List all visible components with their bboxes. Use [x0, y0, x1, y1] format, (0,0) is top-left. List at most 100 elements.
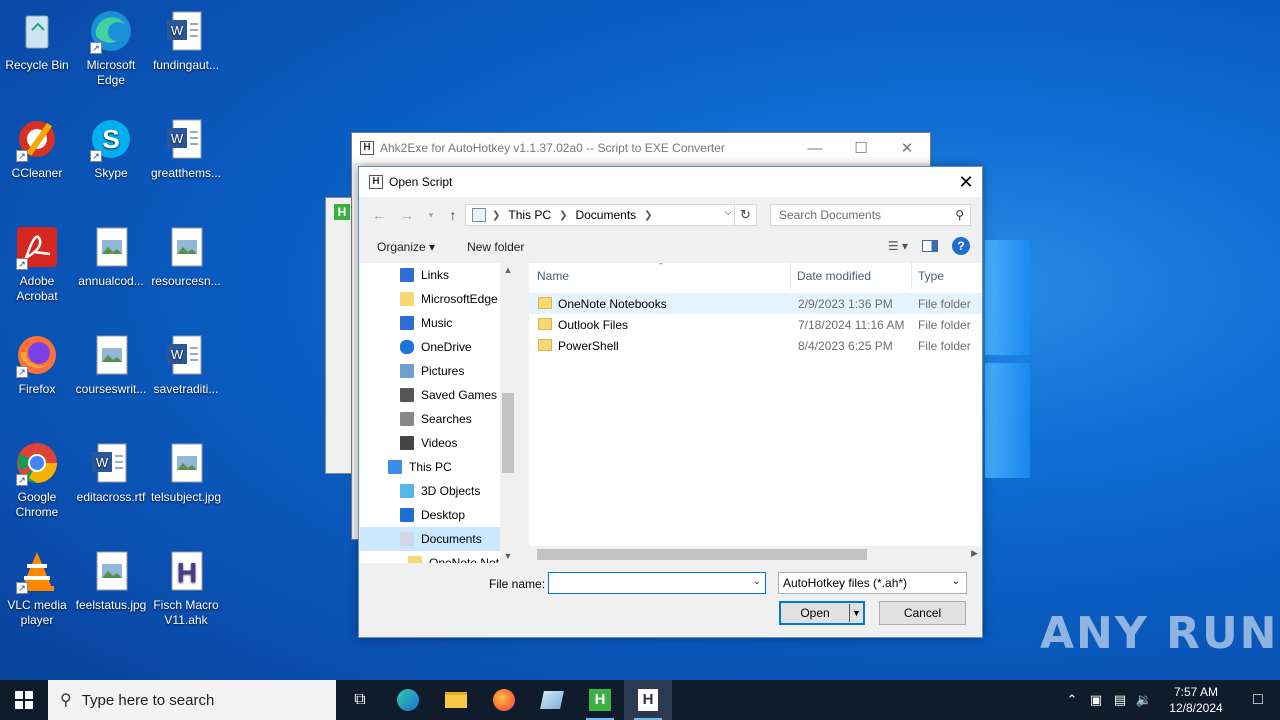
task-view-button[interactable]: ⧉	[336, 680, 384, 720]
file-row[interactable]: PowerShell 8/4/2023 6:25 PM File folder	[529, 335, 982, 356]
up-arrow-icon[interactable]: ↑	[443, 205, 463, 225]
chevron-down-icon[interactable]: ⌄	[753, 576, 761, 587]
file-name-input[interactable]: ⌄	[548, 572, 766, 594]
file-row[interactable]: Outlook Files 7/18/2024 11:16 AM File fold…	[529, 314, 982, 335]
file-list: Name ⌃ Date modified Type OneNote Notebo…	[529, 263, 982, 563]
folder-icon	[538, 297, 552, 309]
nav-item-onenote-not[interactable]: OneNote Not	[360, 551, 516, 563]
network-icon[interactable]: ▤	[1108, 692, 1132, 708]
search-documents-input[interactable]: Search Documents ⚲	[770, 204, 971, 226]
column-type[interactable]: Type	[918, 269, 944, 283]
desktop-icon-microsoft-edge[interactable]: ↗ Microsoft Edge	[73, 8, 149, 88]
desktop-icon-fisch-macro-v11-ahk[interactable]: H Fisch Macro V11.ahk	[148, 548, 224, 628]
column-name[interactable]: Name	[537, 269, 569, 283]
volume-icon[interactable]: 🔉	[1132, 692, 1156, 708]
desktop-icon-telsubject-jpg[interactable]: telsubject.jpg	[148, 440, 224, 505]
notepad-icon	[540, 691, 564, 709]
desktop-icon-resourcesn[interactable]: resourcesn...	[148, 224, 224, 289]
ahk-icon: H	[638, 689, 658, 711]
meet-now-icon[interactable]: ▣	[1084, 692, 1108, 708]
nav-item-links[interactable]: Links	[360, 263, 516, 287]
nav-item-videos[interactable]: Videos	[360, 431, 516, 455]
breadcrumb-chevron-icon[interactable]: ❯	[492, 210, 500, 221]
hscroll-thumb[interactable]	[537, 549, 867, 560]
new-folder-button[interactable]: New folder	[467, 240, 524, 254]
nav-item-pictures[interactable]: Pictures	[360, 359, 516, 383]
open-split-dropdown-icon[interactable]: ▼	[849, 604, 863, 622]
file-type: File folder	[918, 318, 971, 332]
desktop-icon-label: Google Chrome	[15, 490, 59, 519]
taskbar-ahk2exe[interactable]: H	[624, 680, 672, 720]
scroll-up-icon[interactable]: ▲	[500, 265, 516, 275]
nav-item-onedrive[interactable]: OneDrive	[360, 335, 516, 359]
desktop-icon-editacross-rtf[interactable]: Weditacross.rtf	[73, 440, 149, 505]
dialog-close-button[interactable]: ✕	[950, 167, 982, 197]
file-type-filter-select[interactable]: AutoHotkey files (*.ah*) ⌄	[778, 572, 967, 594]
breadcrumb-chevron-icon[interactable]: ❯	[644, 210, 652, 221]
file-row[interactable]: OneNote Notebooks 2/9/2023 1:36 PM File fo…	[529, 293, 982, 314]
nav-pane-scrollbar[interactable]: ▲ ▼	[500, 263, 516, 563]
open-script-dialog: H Open Script ✕ ← → ▾ ↑ ❯ This PC ❯ Docu…	[358, 166, 983, 638]
desktop-icon-vlc-media-player[interactable]: ↗ VLC media player	[0, 548, 75, 628]
nav-item-music[interactable]: Music	[360, 311, 516, 335]
help-icon[interactable]: ?	[952, 237, 970, 255]
nav-item-this-pc[interactable]: This PC	[360, 455, 516, 479]
nav-item-documents[interactable]: Documents	[360, 527, 516, 551]
desktop-icon-feelstatus-jpg[interactable]: feelstatus.jpg	[73, 548, 149, 613]
notifications-icon[interactable]: □	[1236, 691, 1280, 709]
nav-item-microsoftedge[interactable]: MicrosoftEdge	[360, 287, 516, 311]
file-date-modified: 8/4/2023 6:25 PM	[798, 339, 893, 353]
view-options-icon[interactable]: ☰ ▾	[888, 239, 908, 253]
desktop-icon-fundingaut[interactable]: Wfundingaut...	[148, 8, 224, 73]
close-button[interactable]: ✕	[884, 133, 930, 163]
recent-locations-chevron-icon[interactable]: ▾	[421, 205, 441, 225]
nav-item-saved-games[interactable]: Saved Games	[360, 383, 516, 407]
this-pc-icon	[388, 460, 402, 474]
preview-pane-icon[interactable]	[922, 240, 938, 252]
organize-menu[interactable]: Organize ▾	[377, 240, 435, 254]
3d-objects-icon	[400, 484, 414, 498]
desktop-icon-google-chrome[interactable]: ↗ Google Chrome	[0, 440, 75, 520]
scroll-down-icon[interactable]: ▼	[500, 551, 516, 561]
taskbar-edge[interactable]	[384, 680, 432, 720]
desktop-icon-courseswrit[interactable]: courseswrit...	[73, 332, 149, 397]
desktop-icon-recycle-bin[interactable]: Recycle Bin	[0, 8, 75, 73]
file-type-filter-value: AutoHotkey files (*.ah*)	[783, 576, 908, 590]
desktop-icon-greatthems[interactable]: Wgreatthems...	[148, 116, 224, 181]
folder-icon	[400, 292, 414, 306]
taskbar-notepad[interactable]	[528, 680, 576, 720]
nav-item-3d-objects[interactable]: 3D Objects	[360, 479, 516, 503]
start-button[interactable]	[0, 680, 48, 720]
desktop-icon-annualcod[interactable]: annualcod...	[73, 224, 149, 289]
file-list-horizontal-scrollbar[interactable]: ▶	[529, 546, 982, 563]
desktop-icon-ccleaner[interactable]: ↗ CCleaner	[0, 116, 75, 181]
desktop-icon-skype[interactable]: S ↗ Skype	[73, 116, 149, 181]
refresh-icon[interactable]: ↻	[734, 205, 756, 225]
taskbar-file-explorer[interactable]	[432, 680, 480, 720]
desktop-icon-savetraditi[interactable]: Wsavetraditi...	[148, 332, 224, 397]
breadcrumb-this-pc[interactable]: This PC	[508, 208, 551, 222]
minimize-button[interactable]: —	[792, 133, 838, 163]
breadcrumb-documents[interactable]: Documents	[575, 208, 636, 222]
desktop-icon-firefox[interactable]: ↗ Firefox	[0, 332, 75, 397]
open-button[interactable]: Open ▼	[779, 601, 865, 625]
show-hidden-icons-chevron-icon[interactable]: ⌃	[1060, 692, 1084, 708]
taskbar-ahk-green[interactable]: H	[576, 680, 624, 720]
nav-scroll-thumb[interactable]	[502, 393, 514, 473]
back-arrow-icon[interactable]: ←	[369, 205, 389, 225]
taskbar-search-box[interactable]: ⚲ Type here to search	[48, 680, 336, 720]
address-dropdown-icon[interactable]: ⌵	[724, 207, 732, 218]
forward-arrow-icon[interactable]: →	[397, 205, 417, 225]
clock[interactable]: 7:57 AM 12/8/2024	[1156, 684, 1236, 716]
column-date-modified[interactable]: Date modified	[797, 269, 871, 283]
scroll-right-icon[interactable]: ▶	[971, 548, 978, 559]
breadcrumb-chevron-icon[interactable]: ❯	[559, 210, 567, 221]
cancel-button[interactable]: Cancel	[879, 601, 966, 625]
chevron-down-icon[interactable]: ⌄	[952, 576, 960, 587]
desktop-icon-adobe-acrobat[interactable]: ↗ Adobe Acrobat	[0, 224, 75, 304]
nav-item-desktop[interactable]: Desktop	[360, 503, 516, 527]
address-bar[interactable]: ❯ This PC ❯ Documents ❯ ⌵ ↻	[465, 204, 757, 226]
nav-item-searches[interactable]: Searches	[360, 407, 516, 431]
maximize-button[interactable]: ☐	[838, 133, 884, 163]
taskbar-firefox[interactable]	[480, 680, 528, 720]
